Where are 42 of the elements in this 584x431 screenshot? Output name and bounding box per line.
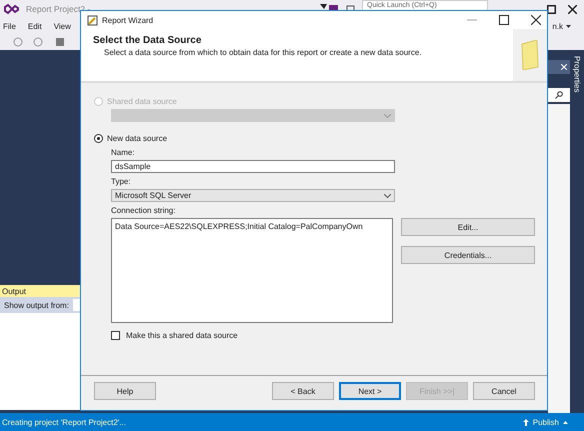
maximize-icon[interactable] [499,15,509,25]
logo-icon [4,3,20,15]
type-label: Type: [111,177,132,187]
checkbox-label: Make this a shared data source [126,331,238,340]
checkbox[interactable] [111,331,120,340]
maximize-icon[interactable] [547,4,556,14]
search-icon [555,91,563,99]
status-text: Creating project 'Report Project2'... [2,418,126,426]
dialog-button[interactable]: Next > [339,382,401,400]
name-field[interactable]: dsSample [111,160,395,173]
arrow-up-icon [522,418,529,426]
menu-item[interactable]: Edit [28,22,42,30]
caret-icon[interactable] [566,24,571,28]
connection-string-label: Connection string: [111,206,176,216]
dialog-button[interactable]: Edit... [401,218,535,236]
output-title: Output [2,286,26,296]
user-menu[interactable]: n.k [552,22,563,30]
close-icon[interactable] [531,15,541,25]
radio-label: Shared data source [107,96,177,106]
page-description: Select a data source from which to obtain data for this report or create a new data source. [103,48,423,57]
radio-label: New data source [107,134,168,142]
name-label: Name: [111,148,136,158]
dialog-button[interactable]: Credentials... [401,246,535,264]
radio-button[interactable] [94,134,103,142]
dialog-button[interactable]: < Back [272,382,334,400]
dialog-title: Report Wizard [102,16,154,24]
dialog-button[interactable]: Cancel [473,382,535,400]
folder-icon [521,40,539,70]
type-dropdown[interactable]: Microsoft SQL Server [111,189,395,202]
publish-button[interactable]: Publish [522,418,568,426]
menu-item[interactable]: View [54,22,71,30]
output-source-label: Show output from: [4,300,69,310]
menu-item[interactable]: File [3,22,16,30]
connection-string-field[interactable]: Data Source=AES22\SQLEXPRESS;Initial Catalog=PalCompanyOwn [111,218,393,323]
close-icon[interactable] [568,4,577,14]
chevron-icon [384,194,391,198]
page-heading: Select the Data Source [93,35,202,46]
caret-icon [563,420,568,424]
search-field[interactable] [548,88,570,102]
wizard-icon [87,14,98,26]
help-button[interactable]: Help [94,382,156,400]
chevron-icon [384,114,391,118]
